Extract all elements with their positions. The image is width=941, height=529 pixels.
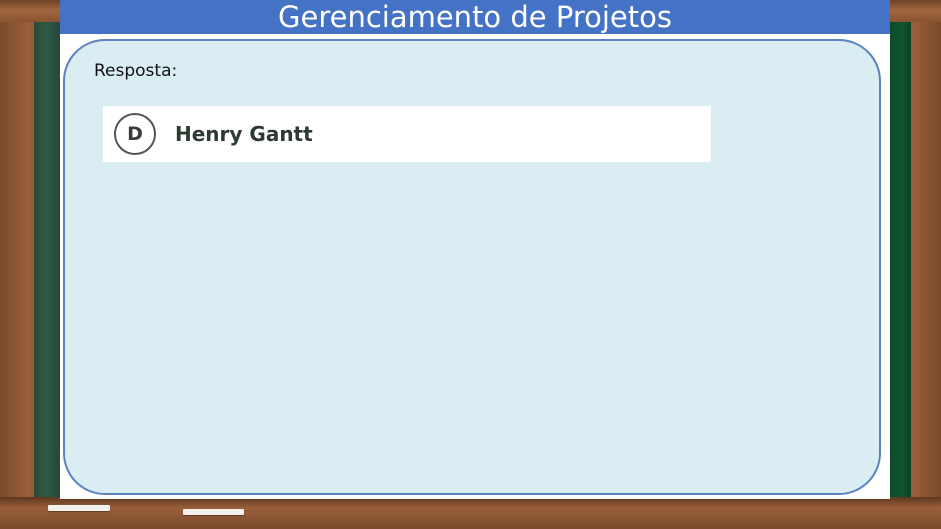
option-text: Henry Gantt <box>175 122 313 146</box>
chalk-stick-icon <box>183 509 244 515</box>
chalkboard-background: Gerenciamento de Projetos Resposta: D He… <box>0 0 941 529</box>
slide-content: Gerenciamento de Projetos Resposta: D He… <box>60 0 890 499</box>
chalkboard-left-edge <box>34 22 60 499</box>
chalk-stick-icon <box>48 505 110 511</box>
slide-title: Gerenciamento de Projetos <box>278 0 672 34</box>
option-letter-badge: D <box>114 113 156 155</box>
title-bar: Gerenciamento de Projetos <box>60 0 890 34</box>
wood-frame-bottom <box>0 497 941 529</box>
answer-option: D Henry Gantt <box>103 106 711 162</box>
answer-panel: Resposta: D Henry Gantt <box>63 39 881 495</box>
chalkboard-right-edge <box>890 22 911 499</box>
answer-label: Resposta: <box>94 61 178 81</box>
